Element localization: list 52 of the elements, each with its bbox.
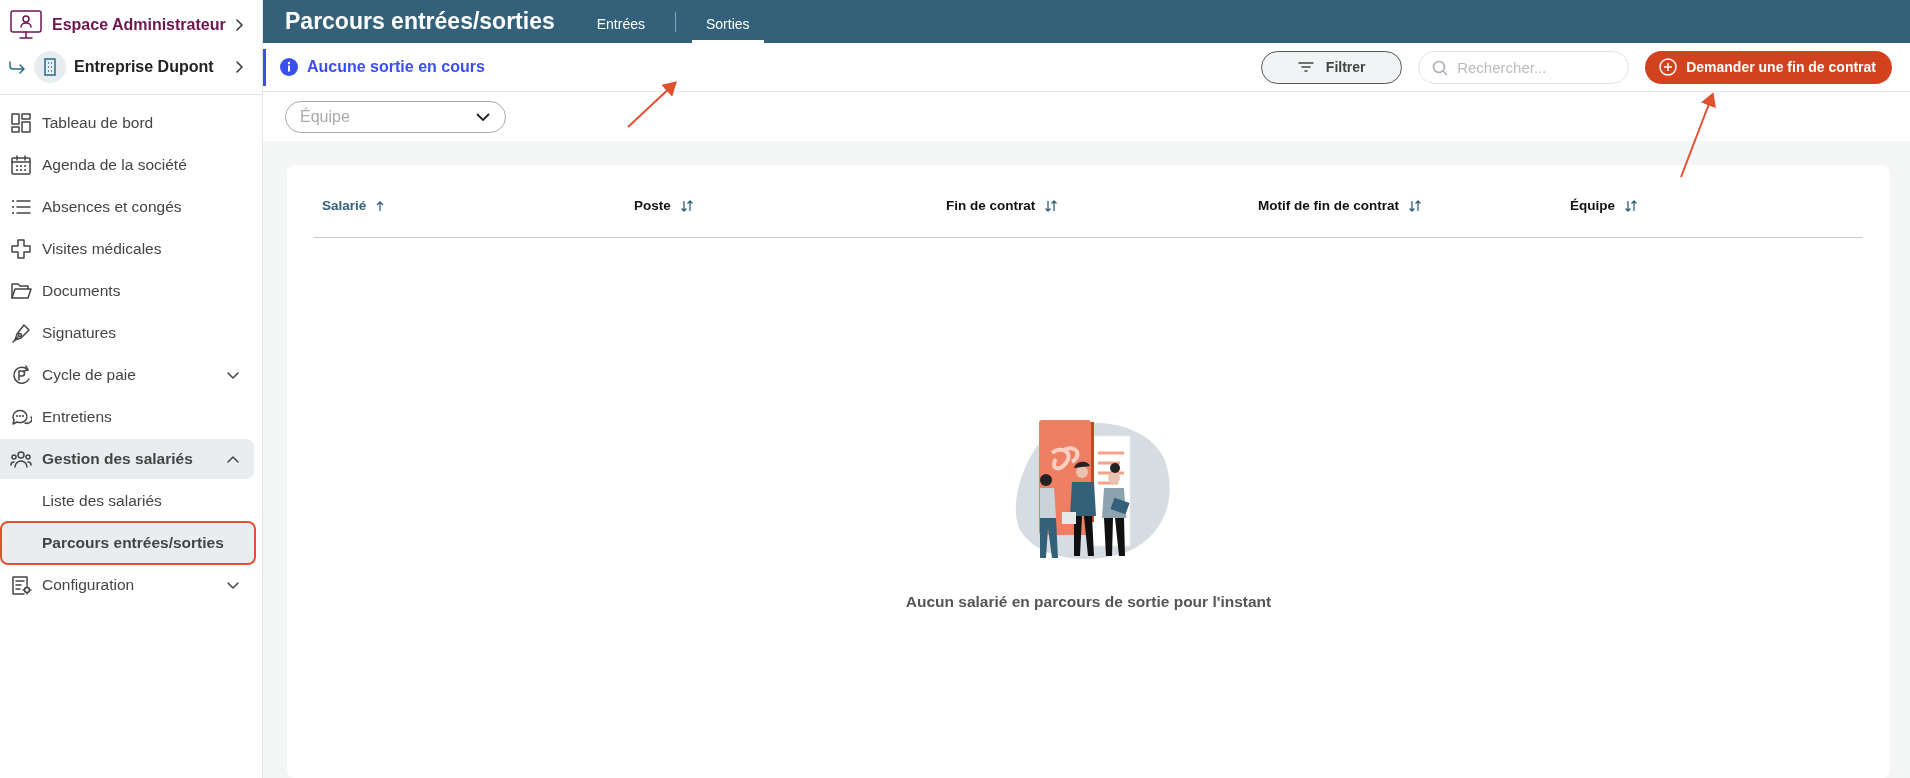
column-header[interactable]: Fin de contrat bbox=[946, 195, 1036, 217]
chevron-right-icon bbox=[234, 60, 244, 74]
nav-item[interactable]: Absences et congés bbox=[0, 187, 254, 227]
chevron-up-icon bbox=[226, 454, 240, 464]
company-label[interactable]: Entreprise Dupont bbox=[74, 55, 226, 79]
nav-item[interactable]: Configuration bbox=[0, 565, 254, 605]
pen-nib-icon bbox=[10, 322, 32, 344]
filter-button[interactable]: Filtrer bbox=[1261, 50, 1403, 84]
payroll-cycle-icon bbox=[10, 364, 32, 386]
workspace-label[interactable]: Espace Administrateur bbox=[52, 13, 226, 37]
sort-icon[interactable] bbox=[679, 200, 694, 212]
nav-item[interactable]: Documents bbox=[0, 271, 254, 311]
empty-state-message: Aucun salarié en parcours de sortie pour l'instant bbox=[905, 592, 1272, 612]
settings-icon bbox=[10, 574, 32, 596]
chevron-down-icon bbox=[475, 111, 491, 122]
sort-icon[interactable] bbox=[1624, 200, 1638, 212]
nav-item[interactable]: Signatures bbox=[0, 313, 254, 353]
column-header[interactable]: Motif de fin de contrat bbox=[1258, 195, 1399, 217]
chevron-down-icon bbox=[226, 580, 240, 590]
people-icon bbox=[10, 448, 32, 470]
info-icon bbox=[280, 58, 298, 76]
search-field[interactable]: Rechercher... bbox=[1418, 50, 1630, 84]
page-title: Parcours entrées/sorties bbox=[285, 7, 555, 36]
nav-subitem[interactable]: Parcours entrées/sorties bbox=[2, 523, 254, 563]
plus-cross-icon bbox=[10, 238, 32, 260]
chevron-down-icon bbox=[226, 370, 240, 380]
sort-icon[interactable] bbox=[1408, 200, 1422, 212]
sort-ascending-icon[interactable] bbox=[375, 200, 386, 212]
request-end-contract-button[interactable]: Demander une fin de contrat bbox=[1645, 50, 1892, 84]
nav-item[interactable]: Tableau de bord bbox=[0, 103, 254, 143]
filter-icon bbox=[1297, 61, 1314, 73]
plus-circle-icon bbox=[1659, 58, 1678, 76]
dashboard-icon bbox=[10, 112, 32, 134]
folder-icon bbox=[10, 280, 32, 302]
nav-item[interactable]: Gestion des salariés bbox=[0, 439, 254, 479]
info-message: Aucune sortie en cours bbox=[307, 57, 485, 77]
nav-item[interactable]: Cycle de paie bbox=[0, 355, 254, 395]
nav-item[interactable]: Visites médicales bbox=[0, 229, 254, 269]
annotation-arrow bbox=[627, 81, 677, 128]
sort-icon[interactable] bbox=[1044, 200, 1059, 212]
return-arrow-icon bbox=[8, 60, 26, 74]
column-header[interactable]: Salarié bbox=[322, 195, 367, 217]
monitor-icon bbox=[8, 9, 44, 41]
nav-item[interactable]: Agenda de la société bbox=[0, 145, 254, 185]
column-header[interactable]: Équipe bbox=[1570, 195, 1615, 217]
nav-subitem[interactable]: Liste des salariés bbox=[2, 481, 254, 521]
calendar-icon bbox=[10, 154, 32, 176]
building-icon bbox=[34, 51, 66, 83]
tab[interactable]: Entrées bbox=[582, 6, 659, 43]
nav-item[interactable]: Entretiens bbox=[0, 397, 254, 437]
column-header[interactable]: Poste bbox=[634, 195, 671, 217]
chevron-right-icon bbox=[234, 18, 244, 32]
